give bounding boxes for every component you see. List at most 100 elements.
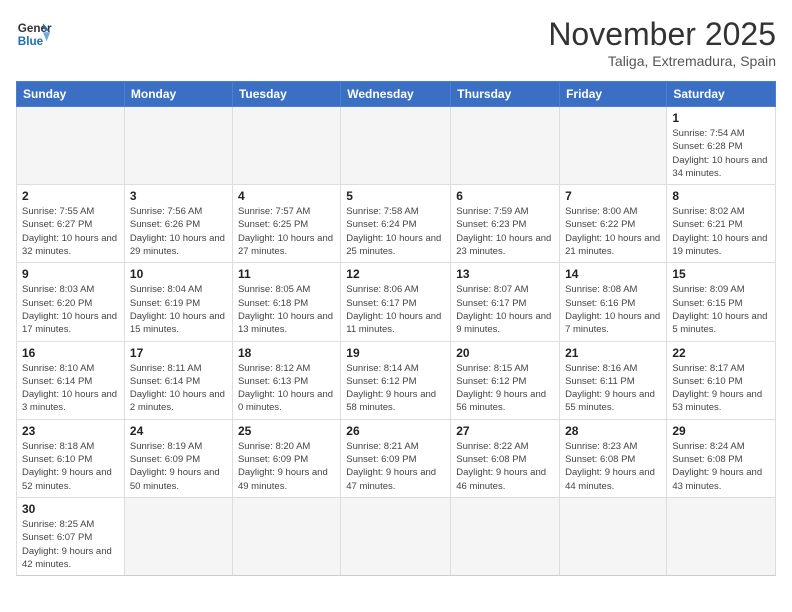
day-number: 1 bbox=[672, 111, 770, 125]
day-info: Sunrise: 8:14 AM Sunset: 6:12 PM Dayligh… bbox=[346, 362, 445, 415]
calendar-day-cell bbox=[341, 497, 451, 575]
calendar-day-cell: 21Sunrise: 8:16 AM Sunset: 6:11 PM Dayli… bbox=[560, 341, 667, 419]
day-info: Sunrise: 8:04 AM Sunset: 6:19 PM Dayligh… bbox=[130, 283, 227, 336]
calendar-week-row: 1Sunrise: 7:54 AM Sunset: 6:28 PM Daylig… bbox=[17, 107, 776, 185]
day-number: 18 bbox=[238, 346, 335, 360]
day-info: Sunrise: 8:19 AM Sunset: 6:09 PM Dayligh… bbox=[130, 440, 227, 493]
day-number: 11 bbox=[238, 267, 335, 281]
day-info: Sunrise: 8:07 AM Sunset: 6:17 PM Dayligh… bbox=[456, 283, 554, 336]
calendar-day-cell bbox=[232, 107, 340, 185]
calendar-table: SundayMondayTuesdayWednesdayThursdayFrid… bbox=[16, 81, 776, 576]
day-info: Sunrise: 7:58 AM Sunset: 6:24 PM Dayligh… bbox=[346, 205, 445, 258]
calendar-day-cell: 25 Sunrise: 8:20 AM Sunset: 6:09 PM Dayli… bbox=[232, 419, 340, 497]
day-number: 19 bbox=[346, 346, 445, 360]
day-number: 6 bbox=[456, 189, 554, 203]
day-number: 30 bbox=[22, 502, 119, 516]
day-info: Sunrise: 8:11 AM Sunset: 6:14 PM Dayligh… bbox=[130, 362, 227, 415]
day-number: 15 bbox=[672, 267, 770, 281]
calendar-day-cell: 22 Sunrise: 8:17 AM Sunset: 6:10 PM Dayli… bbox=[667, 341, 776, 419]
calendar-day-cell: 17 Sunrise: 8:11 AM Sunset: 6:14 PM Dayli… bbox=[124, 341, 232, 419]
weekday-header: Friday bbox=[560, 82, 667, 107]
calendar-day-cell: 6Sunrise: 7:59 AM Sunset: 6:23 PM Daylig… bbox=[451, 185, 560, 263]
weekday-header: Thursday bbox=[451, 82, 560, 107]
weekday-header: Saturday bbox=[667, 82, 776, 107]
page-header: General Blue November 2025 Taliga, Extre… bbox=[16, 16, 776, 69]
weekday-header: Sunday bbox=[17, 82, 125, 107]
day-info: Sunrise: 8:02 AM Sunset: 6:21 PM Dayligh… bbox=[672, 205, 770, 258]
calendar-day-cell: 10 Sunrise: 8:04 AM Sunset: 6:19 PM Dayli… bbox=[124, 263, 232, 341]
calendar-day-cell: 7Sunrise: 8:00 AM Sunset: 6:22 PM Daylig… bbox=[560, 185, 667, 263]
day-number: 8 bbox=[672, 189, 770, 203]
day-info: Sunrise: 8:23 AM Sunset: 6:08 PM Dayligh… bbox=[565, 440, 661, 493]
day-info: Sunrise: 8:21 AM Sunset: 6:09 PM Dayligh… bbox=[346, 440, 445, 493]
calendar-day-cell: 26 Sunrise: 8:21 AM Sunset: 6:09 PM Dayli… bbox=[341, 419, 451, 497]
day-info: Sunrise: 8:22 AM Sunset: 6:08 PM Dayligh… bbox=[456, 440, 554, 493]
calendar-day-cell: 23Sunrise: 8:18 AM Sunset: 6:10 PM Dayli… bbox=[17, 419, 125, 497]
day-number: 17 bbox=[130, 346, 227, 360]
calendar-day-cell: 16 Sunrise: 8:10 AM Sunset: 6:14 PM Dayli… bbox=[17, 341, 125, 419]
calendar-week-row: 30Sunrise: 8:25 AM Sunset: 6:07 PM Dayli… bbox=[17, 497, 776, 575]
day-info: Sunrise: 8:03 AM Sunset: 6:20 PM Dayligh… bbox=[22, 283, 119, 336]
calendar-day-cell bbox=[124, 107, 232, 185]
calendar-day-cell bbox=[341, 107, 451, 185]
day-number: 25 bbox=[238, 424, 335, 438]
calendar-day-cell: 2 Sunrise: 7:55 AM Sunset: 6:27 PM Daylig… bbox=[17, 185, 125, 263]
day-info: Sunrise: 7:56 AM Sunset: 6:26 PM Dayligh… bbox=[130, 205, 227, 258]
calendar-day-cell bbox=[451, 497, 560, 575]
day-number: 23 bbox=[22, 424, 119, 438]
calendar-day-cell: 24 Sunrise: 8:19 AM Sunset: 6:09 PM Dayli… bbox=[124, 419, 232, 497]
day-info: Sunrise: 7:57 AM Sunset: 6:25 PM Dayligh… bbox=[238, 205, 335, 258]
day-number: 29 bbox=[672, 424, 770, 438]
calendar-day-cell: 30Sunrise: 8:25 AM Sunset: 6:07 PM Dayli… bbox=[17, 497, 125, 575]
day-number: 2 bbox=[22, 189, 119, 203]
calendar-day-cell: 18 Sunrise: 8:12 AM Sunset: 6:13 PM Dayli… bbox=[232, 341, 340, 419]
day-number: 13 bbox=[456, 267, 554, 281]
location-subtitle: Taliga, Extremadura, Spain bbox=[548, 53, 776, 69]
weekday-header: Wednesday bbox=[341, 82, 451, 107]
svg-text:Blue: Blue bbox=[18, 35, 44, 48]
day-info: Sunrise: 8:10 AM Sunset: 6:14 PM Dayligh… bbox=[22, 362, 119, 415]
day-info: Sunrise: 8:17 AM Sunset: 6:10 PM Dayligh… bbox=[672, 362, 770, 415]
calendar-day-cell: 5 Sunrise: 7:58 AM Sunset: 6:24 PM Daylig… bbox=[341, 185, 451, 263]
day-number: 10 bbox=[130, 267, 227, 281]
day-info: Sunrise: 8:08 AM Sunset: 6:16 PM Dayligh… bbox=[565, 283, 661, 336]
calendar-day-cell bbox=[560, 497, 667, 575]
calendar-day-cell: 20Sunrise: 8:15 AM Sunset: 6:12 PM Dayli… bbox=[451, 341, 560, 419]
day-number: 4 bbox=[238, 189, 335, 203]
weekday-header: Tuesday bbox=[232, 82, 340, 107]
calendar-day-cell: 28 Sunrise: 8:23 AM Sunset: 6:08 PM Dayli… bbox=[560, 419, 667, 497]
day-number: 22 bbox=[672, 346, 770, 360]
day-number: 20 bbox=[456, 346, 554, 360]
day-number: 16 bbox=[22, 346, 119, 360]
day-info: Sunrise: 8:12 AM Sunset: 6:13 PM Dayligh… bbox=[238, 362, 335, 415]
day-number: 26 bbox=[346, 424, 445, 438]
day-number: 7 bbox=[565, 189, 661, 203]
weekday-header: Monday bbox=[124, 82, 232, 107]
month-year-title: November 2025 bbox=[548, 16, 776, 53]
calendar-week-row: 16 Sunrise: 8:10 AM Sunset: 6:14 PM Dayli… bbox=[17, 341, 776, 419]
day-info: Sunrise: 8:24 AM Sunset: 6:08 PM Dayligh… bbox=[672, 440, 770, 493]
day-info: Sunrise: 8:05 AM Sunset: 6:18 PM Dayligh… bbox=[238, 283, 335, 336]
day-info: Sunrise: 8:09 AM Sunset: 6:15 PM Dayligh… bbox=[672, 283, 770, 336]
calendar-day-cell: 15 Sunrise: 8:09 AM Sunset: 6:15 PM Dayli… bbox=[667, 263, 776, 341]
calendar-header-row: SundayMondayTuesdayWednesdayThursdayFrid… bbox=[17, 82, 776, 107]
day-number: 3 bbox=[130, 189, 227, 203]
day-number: 9 bbox=[22, 267, 119, 281]
calendar-day-cell bbox=[17, 107, 125, 185]
calendar-day-cell: 27Sunrise: 8:22 AM Sunset: 6:08 PM Dayli… bbox=[451, 419, 560, 497]
calendar-day-cell: 12Sunrise: 8:06 AM Sunset: 6:17 PM Dayli… bbox=[341, 263, 451, 341]
day-number: 5 bbox=[346, 189, 445, 203]
calendar-day-cell bbox=[560, 107, 667, 185]
calendar-day-cell: 19 Sunrise: 8:14 AM Sunset: 6:12 PM Dayli… bbox=[341, 341, 451, 419]
day-number: 28 bbox=[565, 424, 661, 438]
day-info: Sunrise: 8:20 AM Sunset: 6:09 PM Dayligh… bbox=[238, 440, 335, 493]
day-number: 14 bbox=[565, 267, 661, 281]
calendar-day-cell bbox=[451, 107, 560, 185]
day-number: 24 bbox=[130, 424, 227, 438]
day-info: Sunrise: 8:16 AM Sunset: 6:11 PM Dayligh… bbox=[565, 362, 661, 415]
calendar-day-cell: 1Sunrise: 7:54 AM Sunset: 6:28 PM Daylig… bbox=[667, 107, 776, 185]
calendar-day-cell: 4 Sunrise: 7:57 AM Sunset: 6:25 PM Daylig… bbox=[232, 185, 340, 263]
calendar-day-cell bbox=[124, 497, 232, 575]
day-info: Sunrise: 7:55 AM Sunset: 6:27 PM Dayligh… bbox=[22, 205, 119, 258]
logo-icon: General Blue bbox=[16, 16, 52, 52]
